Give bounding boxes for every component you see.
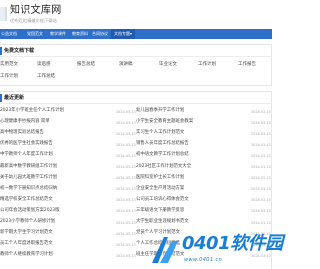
article-link[interactable]: 小学生安全教育主题班会教案 (136, 119, 193, 125)
article-date: 2024-03-13 (251, 142, 271, 147)
article-link[interactable]: 最新高中数学教研组工作计划 (0, 164, 57, 170)
article-link[interactable]: 初一数学下册知识点总结归纳 (0, 186, 57, 192)
article-link[interactable]: 医院科室护士长工作计划 (136, 175, 184, 181)
article-date: 2024-03-13 (251, 220, 271, 225)
list-item: 最新高中数学教研组工作计划 2024-03-13 2023社区工作计划范文大全 202… (0, 162, 272, 172)
list-item: 优秀的医学生社会实践报告 2024-03-13 销售人员年度工作总结报告 2024-0… (0, 139, 272, 149)
latest-panel-header: 最近更新 (0, 92, 271, 104)
article-link[interactable]: 企业安全生产月活动方案 (136, 186, 184, 192)
article-date: 2024-03-13 (116, 109, 136, 114)
article-link[interactable]: 精选学校安全工作总结范文 (0, 197, 53, 203)
list-item: 精选学校安全工作总结范文 2024-03-13 公司员工培训心得体会范文 2024-0… (0, 195, 272, 205)
list-item: 2023年小学班主任个人工作计划 2024-03-13 幼儿园春季开学工作计划 202… (0, 106, 272, 116)
article-date: 2024-03-13 (116, 165, 136, 169)
article-date: 2024-03-13 (116, 253, 136, 258)
latest-panel-title: 最近更新 (0, 94, 24, 102)
category-link[interactable]: 毕业论文 (159, 62, 177, 68)
article-link[interactable]: 公司年会活动策划方案2023版 (0, 208, 59, 214)
list-item: 心理健康手抄报内容 简单 2024-03-13 小学生安全教育主题班会教案 2024-… (0, 117, 272, 127)
nav-item-education[interactable]: 教育资料 (72, 29, 88, 39)
category-link[interactable]: 工作总结 (37, 74, 55, 80)
category-link[interactable]: 演讲稿 (119, 62, 133, 68)
article-link[interactable]: 中学教师个人年度工作计划 (0, 152, 53, 158)
article-link[interactable]: 新学期大学生学习计划范文 (0, 230, 53, 236)
category-link[interactable]: 实用范文 (0, 62, 18, 68)
nav-item-courseware[interactable]: 教学课件 (50, 29, 66, 39)
article-date: 2024-03-13 (116, 231, 136, 236)
site-header: 知识文库网 优秀范文|精编文档|下载站 (0, 0, 272, 29)
article-date: 2024-03-13 (116, 120, 136, 125)
article-link[interactable]: 教师个人继续教育学习计划 (0, 252, 53, 258)
article-date: 2024-03-13 (116, 209, 136, 214)
article-date: 2024-03-13 (251, 153, 271, 158)
article-link[interactable]: 优秀的医学生社会实践报告 (0, 141, 53, 147)
article-date: 2024-03-13 (251, 120, 271, 125)
article-link[interactable]: 实习生个人工作计划范文 (136, 130, 184, 136)
nav-item-contracts[interactable]: 合同协议 (92, 29, 108, 39)
article-link[interactable]: 2023小学教师个人研修计划 (0, 219, 55, 225)
article-date: 2024-03-13 (116, 220, 136, 225)
site-subtitle: 优秀范文|精编文档|下载站 (10, 18, 57, 23)
list-item: 2023小学教师个人研修计划 2024-03-13 大学生职业生涯规划书范文 2024… (0, 217, 272, 227)
list-item: 高中物理实验总结报告 2024-03-13 实习生个人工作计划范文 2024-03-1… (0, 128, 272, 138)
list-item: 初一数学下册知识点总结归纳 2024-03-13 企业安全生产月活动方案 2024-0… (0, 184, 272, 194)
article-date: 2024-03-13 (251, 131, 271, 136)
list-item: 关于幼儿园大班教学工作计划 2024-03-13 医院科室护士长工作计划 2024-0… (0, 173, 272, 183)
article-link[interactable]: 关于幼儿园大班教学工作计划 (0, 175, 57, 181)
article-date: 2024-03-13 (251, 109, 271, 114)
article-link[interactable]: 心理健康手抄报内容 简单 (0, 119, 50, 125)
nav-item-party-docs[interactable]: 党团范文 (27, 29, 43, 39)
article-date: 2024-03-13 (251, 209, 271, 214)
category-panel: 免费文档下载 实用范文 读后感 报告总结 演讲稿 毕业论文 工作计划 工作报告 … (0, 44, 272, 86)
article-link[interactable]: 三年级语文下册教学反思 (136, 208, 184, 214)
article-link[interactable]: 员工个人年度述职报告范文 (0, 241, 53, 247)
category-link[interactable]: 工作计划 (198, 62, 216, 68)
main-nav: 公益文档 党团范文 教学课件 教育资料 合同协议 文档专题▾ (0, 29, 272, 39)
nav-item-public-docs[interactable]: 公益文档 (1, 29, 17, 39)
logo-icon[interactable] (0, 7, 7, 21)
watermark-brand: 0401软件园 (182, 233, 283, 254)
list-item: 中学教师个人年度工作计划 2024-03-13 初中语文教学工作计划总结 2024-0… (0, 150, 272, 160)
article-link[interactable]: 初中语文教学工作计划总结 (136, 152, 189, 158)
category-link[interactable]: 工作计划 (0, 74, 18, 80)
article-date: 2024-03-13 (251, 165, 271, 169)
chevron-down-icon: ▾ (130, 31, 133, 36)
article-date: 2024-03-13 (116, 176, 136, 181)
article-date: 2024-03-13 (116, 153, 136, 158)
watermark: 0401软件园 www.0401.cn (150, 231, 283, 269)
article-link[interactable]: 2023社区工作计划范文大全 (136, 164, 191, 170)
article-date: 2024-03-13 (251, 198, 271, 203)
category-link[interactable]: 工作报告 (238, 62, 256, 68)
article-link[interactable]: 高中物理实验总结报告 (0, 130, 44, 136)
watermark-logo-icon (152, 237, 178, 263)
article-date: 2024-03-13 (116, 131, 136, 136)
article-link[interactable]: 销售人员年度工作总结报告 (136, 141, 189, 147)
category-link[interactable]: 读后感 (37, 62, 51, 68)
article-date: 2024-03-13 (116, 198, 136, 203)
nav-item-topics[interactable]: 文档专题▾ (111, 29, 136, 39)
category-panel-title: 免费文档下载 (0, 47, 34, 55)
site-title[interactable]: 知识文库网 (10, 4, 62, 17)
category-panel-header: 免费文档下载 (0, 45, 271, 57)
article-date: 2024-03-13 (116, 242, 136, 247)
article-link[interactable]: 2023年小学班主任个人工作计划 (0, 108, 64, 114)
article-link[interactable]: 公司员工培训心得体会范文 (136, 197, 189, 203)
article-link[interactable]: 大学生职业生涯规划书范文 (136, 219, 189, 225)
article-date: 2024-03-13 (116, 187, 136, 192)
list-item: 公司年会活动策划方案2023版 2024-03-13 三年级语文下册教学反思 2024… (0, 206, 272, 216)
category-link[interactable]: 报告总结 (77, 62, 95, 68)
article-date: 2024-03-13 (251, 187, 271, 192)
article-date: 2024-03-13 (116, 142, 136, 147)
article-link[interactable]: 幼儿园春季开学工作计划 (136, 108, 184, 114)
article-date: 2024-03-13 (251, 176, 271, 181)
watermark-url: www.0401.cn (184, 257, 223, 263)
